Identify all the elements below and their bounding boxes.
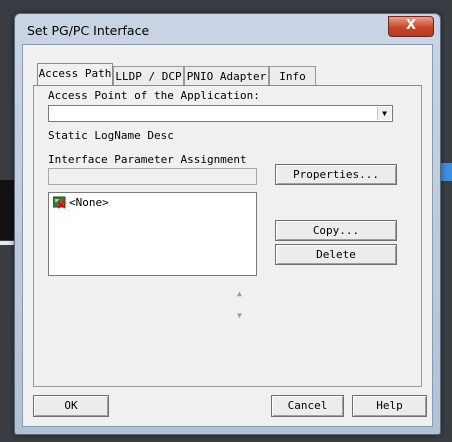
dialog-client-area: Access Path LLDP / DCP PNIO Adapter Info… <box>22 44 433 427</box>
cancel-button[interactable]: Cancel <box>271 395 344 417</box>
interface-param-label: Interface Parameter Assignment <box>48 153 247 166</box>
background-band <box>0 180 14 240</box>
tab-label: PNIO Adapter <box>186 70 267 83</box>
tab-label: LLDP / DCP <box>115 70 182 83</box>
window-title: Set PG/PC Interface <box>27 23 150 38</box>
copy-button[interactable]: Copy... <box>275 220 397 241</box>
access-point-label: Access Point of the Application: <box>48 89 260 102</box>
tab-pnio-adapter[interactable]: PNIO Adapter <box>184 66 269 85</box>
close-icon: X <box>405 18 417 33</box>
tab-info[interactable]: Info <box>269 66 316 85</box>
dialog-window: Set PG/PC Interface X Access Path LLDP /… <box>14 13 441 435</box>
ok-button[interactable]: OK <box>33 395 109 417</box>
network-adapter-icon <box>53 196 66 209</box>
scroll-down-icon[interactable]: ▼ <box>237 311 242 320</box>
scroll-up-icon[interactable]: ▲ <box>237 289 242 298</box>
tab-lldp-dcp[interactable]: LLDP / DCP <box>113 66 184 85</box>
tab-label: Access Path <box>38 67 112 80</box>
properties-button[interactable]: Properties... <box>275 164 397 185</box>
close-button[interactable]: X <box>388 16 434 37</box>
background-line <box>0 241 14 245</box>
interface-param-field <box>48 168 257 185</box>
chevron-down-icon[interactable]: ▼ <box>377 107 391 120</box>
interface-listbox[interactable]: <None> <box>48 192 257 276</box>
access-point-select[interactable]: ▼ <box>48 105 393 122</box>
delete-button[interactable]: Delete <box>275 244 397 265</box>
help-button[interactable]: Help <box>352 395 427 417</box>
tab-access-path[interactable]: Access Path <box>37 63 113 85</box>
access-path-panel: Access Point of the Application: ▼ Stati… <box>33 85 422 387</box>
static-logname-desc: Static LogName Desc <box>48 129 174 142</box>
tab-label: Info <box>279 70 306 83</box>
list-item-label: <None> <box>69 196 109 209</box>
